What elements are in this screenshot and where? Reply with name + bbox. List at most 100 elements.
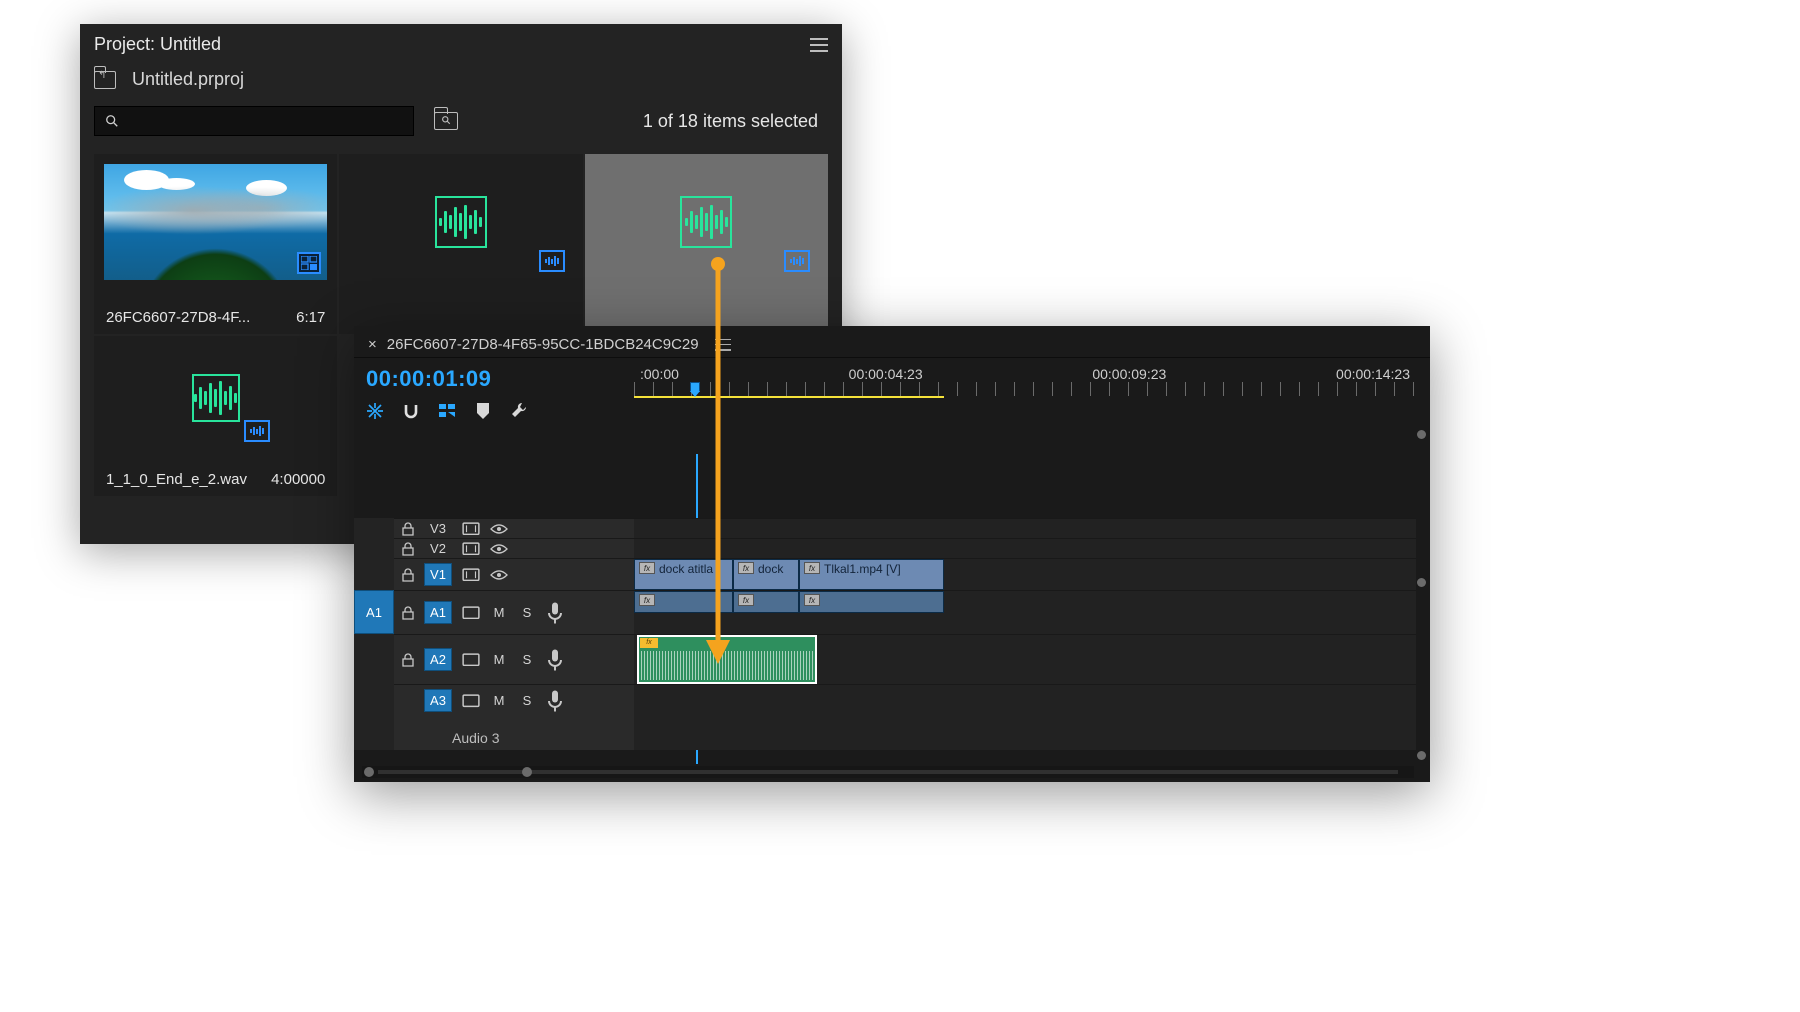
solo-toggle[interactable]: S	[518, 652, 536, 667]
search-input[interactable]	[94, 106, 414, 136]
mute-toggle[interactable]: M	[490, 605, 508, 620]
voiceover-mic-icon[interactable]	[546, 689, 564, 713]
fx-badge-icon: fx	[639, 594, 655, 606]
track-label[interactable]: A3	[424, 689, 452, 712]
video-clip[interactable]: fxdock	[733, 559, 799, 590]
fx-badge-icon: fx	[738, 562, 754, 574]
bin-item-selected[interactable]	[585, 154, 828, 334]
bin-item[interactable]	[339, 154, 582, 334]
vertical-scroll[interactable]	[1415, 390, 1428, 764]
bin-item[interactable]: 1_1_0_End_e_2.wav 4:00000	[94, 336, 337, 496]
playhead-marker[interactable]	[690, 382, 702, 398]
track-lane-v1[interactable]: fxdock atitla fxdock fxTlkal1.mp4 [V]	[634, 558, 1416, 590]
audio-waveform-icon	[192, 374, 240, 422]
ruler-tick-label: 00:00:04:23	[849, 366, 923, 382]
folder-up-icon[interactable]	[94, 71, 116, 89]
tracks-area: V3 V2 V1	[354, 454, 1416, 764]
track-label: V3	[424, 518, 452, 539]
panel-menu-icon[interactable]	[810, 38, 828, 52]
voiceover-mic-icon[interactable]	[546, 601, 564, 625]
audio-clip[interactable]: fx	[634, 591, 733, 613]
eye-icon[interactable]	[490, 569, 508, 581]
video-clip[interactable]: fx dock atitla	[634, 559, 733, 590]
track-header-v3[interactable]: V3	[394, 518, 634, 538]
track-patch[interactable]	[354, 634, 394, 684]
track-lane-a3[interactable]	[634, 684, 1416, 750]
track-output-icon[interactable]	[462, 694, 480, 708]
close-sequence-button[interactable]: ×	[368, 336, 377, 353]
audio-clip[interactable]: fx	[733, 591, 799, 613]
folder-search-icon[interactable]	[434, 112, 458, 130]
bin-item-name: 26FC6607-27D8-4F...	[106, 309, 250, 326]
linked-selection-icon[interactable]	[438, 402, 456, 420]
eye-icon[interactable]	[490, 523, 508, 535]
track-output-icon[interactable]	[462, 568, 480, 582]
sequence-tab-name[interactable]: 26FC6607-27D8-4F65-95CC-1BDCB24C9C29	[387, 336, 699, 353]
ruler-tick-label: :00:00	[640, 366, 679, 382]
track-label: V2	[424, 538, 452, 559]
bin-item[interactable]: 26FC6607-27D8-4F... 6:17	[94, 154, 337, 334]
sequence-badge-icon	[297, 252, 321, 274]
track-patch[interactable]	[354, 684, 394, 750]
track-header-a1[interactable]: A1 M S	[394, 590, 634, 634]
lock-icon[interactable]	[402, 653, 414, 667]
lock-icon[interactable]	[402, 568, 414, 582]
clip-name: Tlkal1.mp4 [V]	[824, 562, 901, 576]
solo-toggle[interactable]: S	[518, 605, 536, 620]
track-output-icon[interactable]	[462, 653, 480, 667]
project-panel-title: Project: Untitled	[94, 34, 221, 55]
voiceover-mic-icon[interactable]	[546, 648, 564, 672]
settings-wrench-icon[interactable]	[510, 402, 528, 420]
track-lane[interactable]	[634, 518, 1416, 538]
music-clip-selected[interactable]: fx	[638, 636, 816, 683]
fx-badge-icon: fx	[804, 594, 820, 606]
mute-toggle[interactable]: M	[490, 652, 508, 667]
work-area-bar[interactable]	[634, 396, 944, 398]
track-output-icon[interactable]	[462, 606, 480, 620]
track-header-a3[interactable]: A3 M S Audio 3	[394, 684, 634, 750]
fx-badge-icon: fx	[640, 638, 658, 648]
track-lane-a2[interactable]: fx	[634, 634, 1416, 684]
track-label[interactable]: A1	[424, 601, 452, 624]
solo-toggle[interactable]: S	[518, 693, 536, 708]
track-header-v1[interactable]: V1	[394, 558, 634, 590]
track-patch[interactable]	[354, 538, 394, 558]
timeline-zoom-scroll[interactable]	[362, 766, 1414, 778]
nest-icon[interactable]	[366, 402, 384, 420]
track-lane-a1[interactable]: fx fx fx	[634, 590, 1416, 634]
track-header-v2[interactable]: V2	[394, 538, 634, 558]
fx-badge-icon: fx	[639, 562, 655, 574]
timecode-display[interactable]: 00:00:01:09	[366, 366, 622, 392]
track-patch[interactable]	[354, 518, 394, 538]
audio-only-badge-icon	[784, 250, 810, 272]
eye-icon[interactable]	[490, 543, 508, 555]
fx-badge-icon: fx	[738, 594, 754, 606]
track-output-icon[interactable]	[462, 522, 480, 536]
source-patch-a1[interactable]: A1	[354, 590, 394, 634]
track-output-icon[interactable]	[462, 542, 480, 556]
marker-icon[interactable]	[474, 402, 492, 420]
fx-badge-icon: fx	[804, 562, 820, 574]
video-clip[interactable]: fx Tlkal1.mp4 [V]	[799, 559, 944, 590]
ruler-tick-label: 00:00:14:23	[1336, 366, 1410, 382]
track-label[interactable]: A2	[424, 648, 452, 671]
snap-icon[interactable]	[402, 402, 420, 420]
lock-icon[interactable]	[402, 522, 414, 536]
track-label[interactable]: V1	[424, 563, 452, 586]
lock-icon[interactable]	[402, 606, 414, 620]
track-header-a2[interactable]: A2 M S	[394, 634, 634, 684]
time-ruler[interactable]: :00:00 00:00:04:23 00:00:09:23 00:00:14:…	[634, 358, 1430, 422]
audio-thumbnail	[595, 164, 818, 280]
bin-item-duration: 4:00000	[271, 471, 325, 488]
clip-name: dock atitla	[659, 562, 713, 576]
timeline-panel: × 26FC6607-27D8-4F65-95CC-1BDCB24C9C29 0…	[354, 326, 1430, 782]
timeline-menu-icon[interactable]	[715, 339, 731, 351]
clip-name: dock	[758, 562, 783, 576]
track-patch[interactable]	[354, 558, 394, 590]
lock-icon[interactable]	[402, 542, 414, 556]
project-file-name: Untitled.prproj	[132, 69, 244, 90]
ruler-ticks	[634, 382, 1416, 396]
mute-toggle[interactable]: M	[490, 693, 508, 708]
audio-clip[interactable]: fx	[799, 591, 944, 613]
track-lane[interactable]	[634, 538, 1416, 558]
